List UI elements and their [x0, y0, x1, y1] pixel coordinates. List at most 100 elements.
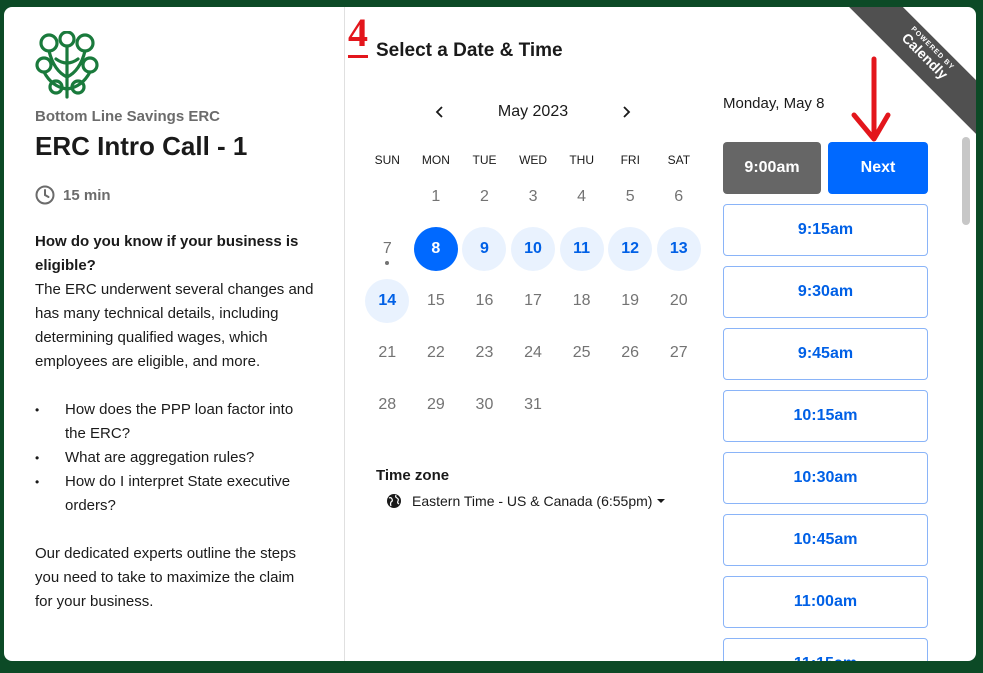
calendar-day: 18 [557, 275, 606, 327]
calendar-day: 28 [363, 379, 412, 431]
calendar-day-number: 25 [572, 344, 591, 361]
time-slot-button[interactable]: 11:15am [723, 638, 928, 661]
event-title: ERC Intro Call - 1 [35, 131, 248, 161]
calendar-day[interactable]: 10 [509, 223, 558, 275]
calendar-empty-cell [654, 379, 703, 431]
timezone-label: Time zone [376, 467, 450, 484]
calendar-day-number: 17 [524, 292, 542, 309]
calendar-day-number: 29 [426, 396, 445, 413]
section-title: Select a Date & Time [376, 40, 563, 61]
calendar-day-number: 14 [378, 292, 397, 309]
calendar-day-number: 28 [378, 396, 397, 413]
description-outro: Our dedicated experts outline the steps … [35, 545, 296, 610]
weekday-label: FRI [620, 153, 640, 167]
weekday-label: TUE [472, 153, 497, 167]
time-slot-button[interactable]: 9:45am [723, 328, 928, 380]
calendar-day-number: 2 [479, 188, 489, 205]
calendar-day[interactable]: 13 [654, 223, 703, 275]
month-label: May 2023 [497, 103, 569, 120]
chevron-left-icon [435, 106, 443, 118]
organization-logo [35, 31, 99, 99]
timezone-selector[interactable]: Eastern Time - US & Canada (6:55pm) [386, 493, 666, 509]
calendar-day-number: 12 [621, 240, 640, 257]
next-month-button[interactable] [614, 100, 638, 124]
bullet-item: How do I interpret State executive order… [35, 470, 315, 518]
calendar-day[interactable]: 12 [606, 223, 655, 275]
next-button[interactable]: Next [828, 142, 928, 194]
calendar-week-row: 1 2 3 4 5 6 [363, 171, 703, 223]
calendar-day-number: 13 [669, 240, 688, 257]
calendar-day: 27 [654, 327, 703, 379]
calendar-day: 5 [606, 171, 655, 223]
calendar-day: 24 [509, 327, 558, 379]
calendar-day-number: 18 [572, 292, 591, 309]
calendar-day-number: 21 [378, 344, 397, 361]
calendar-day[interactable]: 11 [557, 223, 606, 275]
calendar-day: 6 [654, 171, 703, 223]
calendar-day-number: 11 [573, 240, 591, 257]
bullet-item: What are aggregation rules? [35, 446, 315, 470]
down-arrow-annotation [851, 56, 891, 142]
calendar-day: 17 [509, 275, 558, 327]
calendar-day-number: 26 [621, 344, 640, 361]
calendar-day-number: 7 [382, 240, 392, 257]
calendar-panel: 4 Select a Date & Time May 2023 SUN MON … [346, 7, 718, 661]
calendar-day-number: 4 [577, 188, 587, 205]
calendar-day: 1 [412, 171, 461, 223]
event-details-panel: Bottom Line Savings ERC ERC Intro Call -… [4, 7, 345, 661]
calendar-day-number: 1 [431, 188, 441, 205]
calendar-day-number: 8 [431, 240, 441, 257]
description-intro: The ERC underwent several changes and ha… [35, 281, 314, 370]
calendar-day-number: 16 [475, 292, 494, 309]
calendar-day-number: 31 [524, 396, 542, 413]
time-slot-button[interactable]: 10:15am [723, 390, 928, 442]
calendar-day: 3 [509, 171, 558, 223]
time-slot-button[interactable]: 9:15am [723, 204, 928, 256]
calendar-day-number: 22 [426, 344, 445, 361]
calendar-day: 15 [412, 275, 461, 327]
calendar-day: 7 [363, 223, 412, 275]
calendar-week-row: 28 29 30 31 [363, 379, 703, 431]
calendar-empty-cell [363, 171, 412, 223]
weekday-label: THU [569, 153, 594, 167]
step-number-annotation: 4 [348, 13, 368, 58]
calendar-day: 25 [557, 327, 606, 379]
time-slot-button[interactable]: 11:00am [723, 576, 928, 628]
time-slot-button[interactable]: 10:30am [723, 452, 928, 504]
time-slots-panel: Monday, May 8 9:00am Next 9:15am 9:30am 9:… [718, 7, 976, 661]
weekday-label: SAT [667, 153, 691, 167]
calendar-day-number: 10 [524, 240, 542, 257]
previous-month-button[interactable] [428, 100, 452, 124]
calendar-week-row: 21 22 23 24 25 26 27 [363, 327, 703, 379]
event-duration: 15 min [35, 185, 111, 205]
weekday-header: SUN MON TUE WED THU FRI SAT [363, 153, 703, 167]
calendar-day: 30 [460, 379, 509, 431]
time-slot-button[interactable]: 10:45am [723, 514, 928, 566]
calendar-day: 26 [606, 327, 655, 379]
calendar-day-number: 6 [674, 188, 684, 205]
calendar-day[interactable]: 14 [363, 275, 412, 327]
duration-label: 15 min [63, 186, 111, 204]
calendar-day-number: 5 [625, 188, 635, 205]
calendar-day-number: 20 [669, 292, 688, 309]
organization-name: Bottom Line Savings ERC [35, 108, 221, 125]
calendar-day: 21 [363, 327, 412, 379]
clock-icon [35, 185, 55, 205]
calendar-day: 4 [557, 171, 606, 223]
calendar-day-number: 24 [524, 344, 542, 361]
calendar-empty-cell [557, 379, 606, 431]
calendar-day[interactable]: 9 [460, 223, 509, 275]
chevron-right-icon [623, 106, 631, 118]
weekday-label: MON [421, 153, 450, 167]
calendar-day: 20 [654, 275, 703, 327]
calendar-empty-cell [606, 379, 655, 431]
selected-date-label: Monday, May 8 [723, 95, 825, 112]
calendar-day: 31 [509, 379, 558, 431]
calendar-day[interactable]: 8 [412, 223, 461, 275]
calendar-day: 19 [606, 275, 655, 327]
calendar-day-number: 3 [528, 188, 538, 205]
weekday-label: SUN [374, 153, 400, 167]
time-slots-scrollbar[interactable] [962, 137, 970, 225]
selected-time-slot[interactable]: 9:00am [723, 142, 821, 194]
time-slot-button[interactable]: 9:30am [723, 266, 928, 318]
